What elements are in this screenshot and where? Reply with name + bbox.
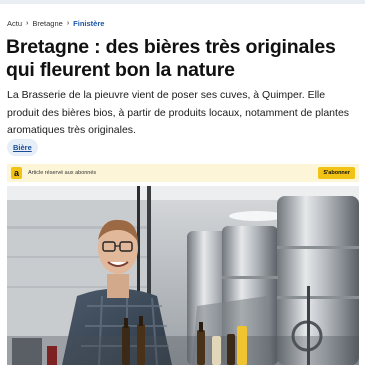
breadcrumb-item-actu[interactable]: Actu [7,19,22,29]
article-lead: La Brasserie de la pieuvre vient de pose… [7,89,350,136]
premium-notice: Article réservé aux abonnés [28,170,97,176]
chevron-right-icon: › [66,20,70,27]
article-title: Bretagne : des bières très originales qu… [6,36,336,81]
premium-banner: a Article réservé aux abonnés S'abonner [7,164,359,182]
chevron-right-icon: › [26,20,29,27]
breadcrumb-item-bretagne[interactable]: Bretagne [32,19,62,29]
subscriber-logo-icon: a [11,167,22,179]
top-banner-strip [0,0,365,4]
breadcrumb: Actu › Bretagne › Finistère [7,19,104,29]
tag-biere[interactable]: Bière [7,139,38,156]
article-photo [7,186,359,365]
breadcrumb-item-finistere[interactable]: Finistère [73,19,104,29]
subscribe-button[interactable]: S'abonner [318,167,355,179]
